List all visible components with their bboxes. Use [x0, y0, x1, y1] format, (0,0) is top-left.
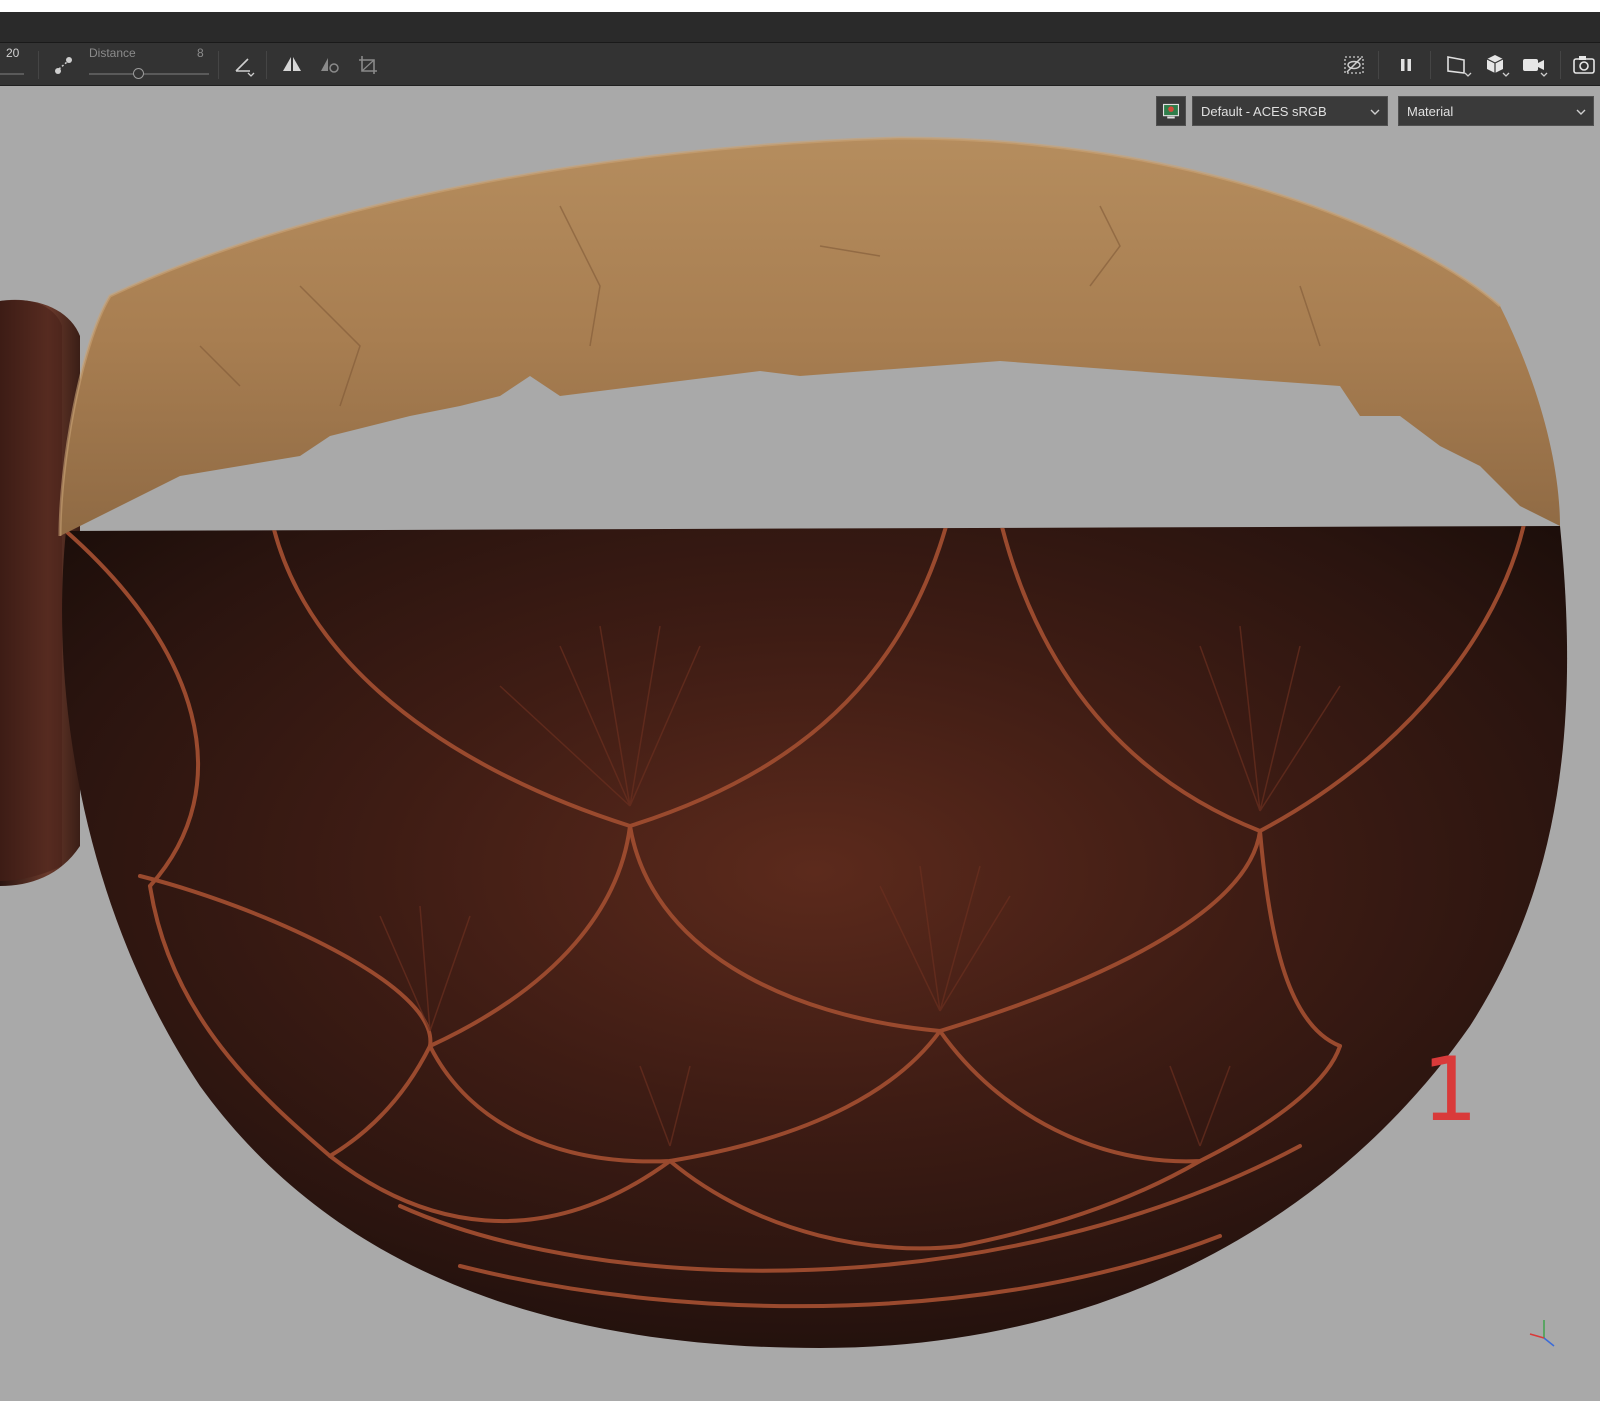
colorspace-dropdown[interactable]: Default - ACES sRGB	[1192, 96, 1388, 126]
symmetry-icon[interactable]	[278, 51, 306, 79]
chevron-down-icon	[1370, 109, 1380, 115]
distance-slider[interactable]	[89, 73, 209, 75]
camera-icon[interactable]	[1520, 51, 1548, 79]
3d-viewport[interactable]: Default - ACES sRGB Material 1	[0, 86, 1600, 1401]
shading-mode-dropdown[interactable]: Material	[1398, 96, 1594, 126]
chevron-down-icon	[1576, 109, 1586, 115]
title-bar	[0, 12, 1600, 43]
transform-icon[interactable]	[354, 51, 382, 79]
brush-size-slider[interactable]	[0, 73, 24, 75]
model-render	[0, 136, 1568, 1348]
screenshot-icon[interactable]	[1570, 51, 1598, 79]
colorspace-value: Default - ACES sRGB	[1201, 104, 1327, 119]
distance-value[interactable]: 8	[197, 46, 204, 60]
axis-gizmo-icon	[1529, 1320, 1555, 1347]
distance-label: Distance	[89, 46, 136, 60]
toolbar-divider	[38, 51, 39, 79]
toolbar-divider	[1378, 51, 1379, 79]
display-settings-icon[interactable]	[1156, 96, 1186, 126]
perspective-icon[interactable]	[1444, 51, 1472, 79]
toolbar-divider	[1560, 51, 1561, 79]
toolbar-divider	[266, 51, 267, 79]
toolbar-divider	[218, 51, 219, 79]
window-top-strip	[0, 0, 1600, 12]
shading-mode-value: Material	[1407, 104, 1454, 119]
brush-angle-icon[interactable]	[230, 51, 258, 79]
annotation-number: 1	[1422, 1038, 1478, 1141]
cube-view-icon[interactable]	[1482, 51, 1510, 79]
pause-icon[interactable]	[1392, 51, 1420, 79]
hide-ui-icon[interactable]	[1340, 51, 1368, 79]
brush-size-value[interactable]: 20	[6, 46, 19, 60]
mirror-icon[interactable]	[316, 51, 344, 79]
toolbar-divider	[1430, 51, 1431, 79]
distance-slider-handle[interactable]	[133, 68, 144, 79]
lazy-mouse-icon[interactable]	[50, 51, 78, 79]
viewport-toolbar: 20 Distance 8	[0, 43, 1600, 86]
